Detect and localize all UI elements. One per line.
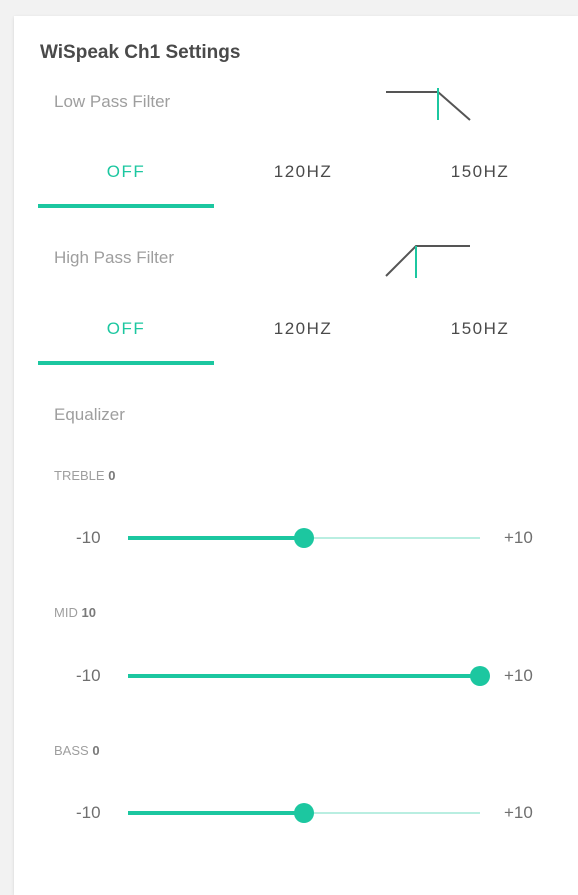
bass-max-label: +10 bbox=[504, 803, 533, 822]
high-pass-tab-indicator bbox=[38, 361, 214, 365]
treble-slider-thumb[interactable] bbox=[294, 528, 314, 548]
low-pass-tab-indicator bbox=[38, 204, 214, 208]
treble-min-label: -10 bbox=[76, 528, 101, 547]
low-pass-filter-label: Low Pass Filter bbox=[54, 92, 171, 111]
bass-track-fill bbox=[128, 811, 304, 815]
mid-min-label: -10 bbox=[76, 666, 101, 685]
treble-value: 0 bbox=[108, 468, 116, 483]
mid-value: 10 bbox=[81, 605, 96, 620]
panel-title: WiSpeak Ch1 Settings bbox=[40, 42, 241, 63]
tab-high-pass-off[interactable]: OFF bbox=[38, 297, 214, 361]
settings-panel: WiSpeak Ch1 Settings Low Pass Filter OFF… bbox=[14, 16, 578, 895]
mid-slider-thumb[interactable] bbox=[470, 666, 490, 686]
high-pass-filter-label: High Pass Filter bbox=[54, 248, 174, 267]
bass-name: BASS bbox=[54, 743, 89, 758]
low-pass-filter-icon bbox=[386, 88, 471, 121]
tab-high-pass-150hz[interactable]: 150HZ bbox=[392, 297, 568, 361]
tab-high-pass-120hz[interactable]: 120HZ bbox=[215, 297, 391, 361]
treble-max-label: +10 bbox=[504, 528, 533, 547]
mid-slider-row: -10 +10 bbox=[28, 661, 578, 691]
treble-label: TREBLE 0 bbox=[54, 468, 115, 483]
bass-slider[interactable] bbox=[128, 803, 480, 823]
high-pass-filter-icon bbox=[385, 245, 470, 278]
treble-track-fill bbox=[128, 536, 304, 540]
bass-value: 0 bbox=[92, 743, 100, 758]
high-pass-tabs: OFF 120HZ 150HZ bbox=[38, 297, 568, 367]
low-pass-tabs: OFF 120HZ 150HZ bbox=[38, 140, 568, 210]
mid-max-label: +10 bbox=[504, 666, 533, 685]
treble-slider-row: -10 +10 bbox=[28, 523, 578, 553]
mid-name: MID bbox=[54, 605, 78, 620]
mid-track-fill bbox=[128, 674, 480, 678]
treble-slider[interactable] bbox=[128, 528, 480, 548]
tab-low-pass-off[interactable]: OFF bbox=[38, 140, 214, 204]
mid-slider[interactable] bbox=[128, 666, 490, 686]
treble-name: TREBLE bbox=[54, 468, 105, 483]
bass-slider-thumb[interactable] bbox=[294, 803, 314, 823]
mid-label: MID 10 bbox=[54, 605, 96, 620]
bass-slider-row: -10 +10 bbox=[28, 798, 578, 828]
bass-min-label: -10 bbox=[76, 803, 101, 822]
tab-low-pass-120hz[interactable]: 120HZ bbox=[215, 140, 391, 204]
bass-label: BASS 0 bbox=[54, 743, 100, 758]
equalizer-label: Equalizer bbox=[54, 405, 125, 424]
tab-low-pass-150hz[interactable]: 150HZ bbox=[392, 140, 568, 204]
